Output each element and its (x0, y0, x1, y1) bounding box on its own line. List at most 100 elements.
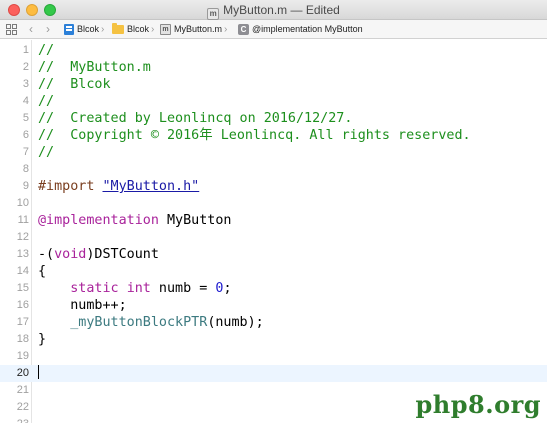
code-line[interactable]: 13 -(void)DSTCount (0, 246, 547, 263)
line-number: 5 (22, 112, 29, 124)
code-line[interactable]: 11 @implementation MyButton (0, 212, 547, 229)
code-line[interactable]: 17 _myButtonBlockPTR(numb); (0, 314, 547, 331)
code-line[interactable]: 18} (0, 331, 547, 348)
code-token: #import (38, 179, 103, 194)
code-line[interactable]: 16 numb++; (0, 297, 547, 314)
code-token: } (38, 332, 47, 347)
line-number: 9 (22, 180, 29, 192)
code-line[interactable]: 19 (0, 348, 547, 365)
code-text (38, 365, 39, 382)
text-cursor (38, 365, 39, 379)
code-line[interactable]: 1 // (0, 42, 547, 59)
code-token: _myButtonBlockPTR (70, 315, 208, 330)
code-line[interactable]: 3 // Blcok (0, 76, 547, 93)
code-line[interactable]: 10 (0, 195, 547, 212)
jumpbar-label: @implementation MyButton (252, 24, 363, 34)
chevron-right-icon: › (224, 24, 228, 35)
code-text: // MyButton.m (38, 59, 151, 76)
jumpbar-item-folder[interactable]: Blcok › (112, 20, 156, 39)
objc-file-icon: m (207, 8, 220, 20)
code-token: "MyButton.h" (102, 179, 200, 194)
code-token: // Copyright © 2016年 Leonlincq. All righ… (38, 128, 471, 143)
jumpbar-item-project[interactable]: Blcok › (64, 20, 106, 39)
code-line[interactable]: 7 // (0, 144, 547, 161)
code-token: { (38, 264, 47, 279)
code-line[interactable]: 8 (0, 161, 547, 178)
class-icon: C (238, 24, 249, 35)
jumpbar-label: Blcok (77, 24, 100, 34)
code-line[interactable]: 2 // MyButton.m (0, 59, 547, 76)
line-number: 6 (22, 129, 29, 141)
code-text: @implementation MyButton (38, 212, 232, 229)
code-token: static (70, 281, 119, 296)
jumpbar-item-file[interactable]: m MyButton.m › (160, 20, 229, 39)
title-bar: m MyButton.m — Edited (0, 0, 547, 20)
code-token: ; (223, 281, 232, 296)
code-token: // MyButton.m (38, 60, 151, 75)
code-line[interactable]: 20 (0, 365, 547, 382)
back-button[interactable]: ‹ (29, 20, 33, 39)
line-number: 3 (22, 78, 29, 90)
line-number: 18 (16, 333, 29, 345)
related-items-button[interactable] (6, 20, 17, 39)
watermark-text: php8.org (415, 390, 541, 419)
line-number: 10 (16, 197, 29, 209)
chevron-left-icon: ‹ (29, 22, 33, 36)
code-token: // (38, 145, 55, 160)
code-text: // Copyright © 2016年 Leonlincq. All righ… (38, 127, 471, 144)
code-token: (numb); (207, 315, 264, 330)
code-text: { (38, 263, 46, 280)
code-token: // (38, 43, 55, 58)
chevron-right-icon: › (46, 22, 50, 36)
code-text: // (38, 42, 54, 59)
line-number: 19 (16, 350, 29, 362)
code-token: numb = (150, 281, 216, 296)
code-text: static int numb = 0; (38, 280, 232, 297)
line-number: 2 (22, 61, 29, 73)
code-text: // (38, 144, 54, 161)
line-number: 17 (16, 316, 29, 328)
code-text: #import "MyButton.h" (38, 178, 199, 195)
jumpbar-item-symbol[interactable]: C @implementation MyButton (238, 20, 363, 39)
code-text: numb++; (38, 297, 126, 314)
code-text: // (38, 93, 54, 110)
line-number: 14 (16, 265, 29, 277)
forward-button[interactable]: › (46, 20, 50, 39)
code-text: _myButtonBlockPTR(numb); (38, 314, 264, 331)
line-number: 21 (16, 384, 29, 396)
source-editor[interactable]: 1 // 2 // MyButton.m 3 // Blcok 4 // 5 // Created… (0, 40, 547, 423)
code-text: // Created by Leonlincq on 2016/12/27. (38, 110, 352, 127)
code-line[interactable]: 6 // Copyright © 2016年 Leonlincq. All rig… (0, 127, 547, 144)
code-token: int (126, 281, 151, 296)
jump-bar: ‹ › Blcok › Blcok › m MyButton.m › C @im… (0, 20, 547, 39)
line-number: 12 (16, 231, 29, 243)
line-number: 16 (16, 299, 29, 311)
project-icon (64, 24, 74, 35)
code-text: // Blcok (38, 76, 111, 93)
line-number: 4 (22, 95, 29, 107)
jumpbar-label: Blcok (127, 24, 150, 34)
code-line[interactable]: 14 { (0, 263, 547, 280)
code-token: MyButton (158, 213, 232, 228)
line-number: 13 (16, 248, 29, 260)
code-token: -( (38, 247, 55, 262)
code-line[interactable]: 4 // (0, 93, 547, 110)
code-line[interactable]: 15 static int numb = 0; (0, 280, 547, 297)
line-number: 23 (0, 416, 29, 423)
jumpbar-label: MyButton.m (174, 24, 223, 34)
code-text: } (38, 331, 46, 348)
code-line[interactable]: 9 #import "MyButton.h" (0, 178, 547, 195)
code-token: // (38, 94, 55, 109)
code-line[interactable]: 5 // Created by Leonlincq on 2016/12/27. (0, 110, 547, 127)
chevron-right-icon: › (151, 24, 155, 35)
folder-icon (112, 23, 124, 34)
code-token: @implementation (38, 213, 159, 228)
line-number: 20 (16, 367, 29, 379)
window-title-wrap: m MyButton.m — Edited (0, 3, 547, 20)
code-line[interactable]: 12 (0, 229, 547, 246)
code-text: -(void)DSTCount (38, 246, 159, 263)
code-token: void (54, 247, 87, 262)
